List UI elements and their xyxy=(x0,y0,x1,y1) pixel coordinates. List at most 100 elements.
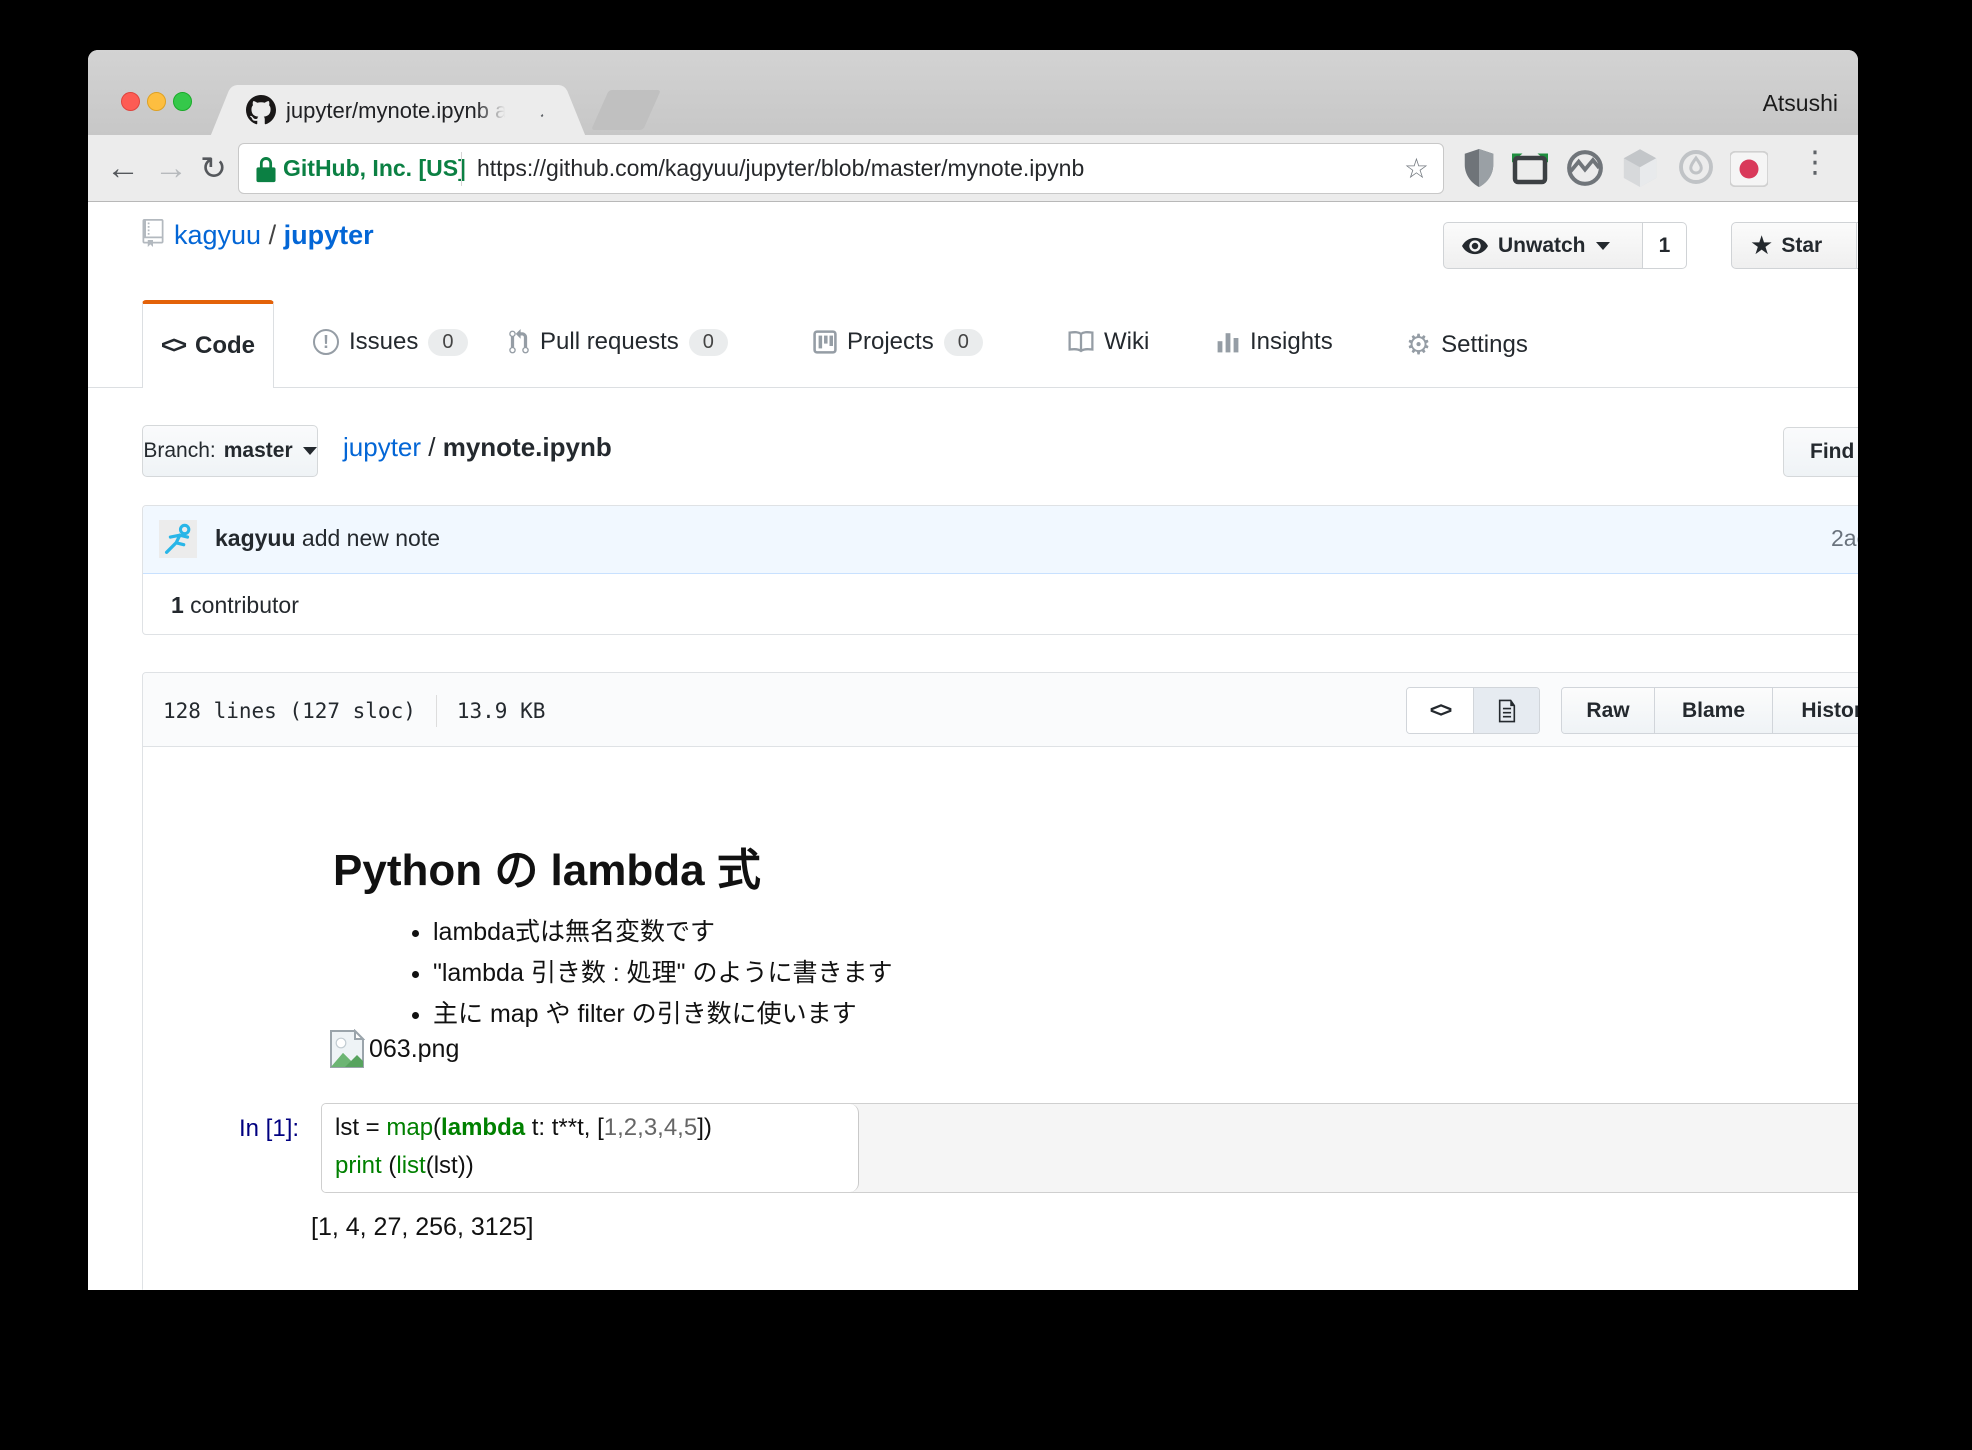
breadcrumb-repo-link[interactable]: jupyter xyxy=(343,432,421,462)
document-icon xyxy=(1497,698,1517,724)
ev-certificate-label[interactable]: GitHub, Inc. [US] xyxy=(283,155,466,182)
contributors-row[interactable]: 1 contributor xyxy=(171,592,299,619)
file-size: 13.9 KB xyxy=(457,699,546,723)
broken-image-row: 063.png xyxy=(329,1029,459,1069)
blame-button[interactable]: Blame xyxy=(1654,688,1772,733)
tab-insights-label: Insights xyxy=(1250,328,1333,356)
forward-icon[interactable]: → xyxy=(154,149,188,187)
cube-extension-icon[interactable] xyxy=(1622,149,1662,189)
github-favicon-icon xyxy=(246,95,276,125)
chevron-down-icon xyxy=(1596,242,1610,250)
contributors-count: 1 xyxy=(171,592,184,618)
source-view-button[interactable]: <> xyxy=(1407,688,1473,733)
notebook-heading: Python の lambda 式 xyxy=(333,834,761,898)
avatar[interactable] xyxy=(159,520,197,558)
list-item: "lambda 引き数 : 処理" のように書きます xyxy=(433,953,892,994)
breadcrumb: jupyter / mynote.ipynb xyxy=(343,432,612,463)
tab-insights[interactable]: Insights xyxy=(1216,328,1333,356)
github-page: kagyuu / jupyter Unwatch 1 ★ Star <> Cod… xyxy=(88,202,1858,1290)
insights-graph-icon xyxy=(1216,330,1240,354)
commit-message-text[interactable]: add new note xyxy=(302,525,440,551)
file-header: 128 lines (127 sloc) 13.9 KB <> Raw Blam… xyxy=(143,673,1858,747)
tab-code[interactable]: <> Code xyxy=(142,300,274,388)
commit-message[interactable]: kagyuu add new note xyxy=(215,525,440,552)
tab-code-label: Code xyxy=(195,332,255,360)
url-bar[interactable]: GitHub, Inc. [US] https://github.com/kag… xyxy=(238,143,1444,194)
browser-tab[interactable]: jupyter/mynote.ipynb at master × xyxy=(238,85,558,135)
screenshot-canvas: jupyter/mynote.ipynb at master × Atsushi… xyxy=(0,0,1972,1450)
bookmark-star-icon[interactable]: ☆ xyxy=(1404,152,1429,185)
tab-wiki[interactable]: Wiki xyxy=(1068,328,1149,356)
tab-projects[interactable]: Projects 0 xyxy=(813,328,983,356)
reload-icon[interactable]: ↻ xyxy=(200,149,227,187)
code-input-area[interactable]: lst = map(lambda t: t**t, [1,2,3,4,5]) p… xyxy=(321,1103,1858,1193)
code-icon: <> xyxy=(161,332,185,360)
broken-image-icon xyxy=(329,1029,365,1069)
commit-sha[interactable]: 2ac xyxy=(1831,525,1858,552)
repo-owner-link[interactable]: kagyuu xyxy=(174,220,261,250)
repo-name-link[interactable]: jupyter xyxy=(284,220,374,250)
raw-blame-history-group: Raw Blame History xyxy=(1561,687,1858,734)
projects-icon xyxy=(813,330,837,354)
pulls-count-badge: 0 xyxy=(689,329,728,356)
view-toggle-group: <> xyxy=(1406,687,1540,734)
url-text[interactable]: https://github.com/kagyuu/jupyter/blob/m… xyxy=(477,155,1084,182)
tab-projects-label: Projects xyxy=(847,328,934,356)
star-button[interactable]: ★ Star xyxy=(1731,222,1857,269)
repo-book-icon xyxy=(142,219,164,247)
commit-author[interactable]: kagyuu xyxy=(215,525,296,551)
zoom-window-button[interactable] xyxy=(173,92,192,111)
list-item: 主に map や filter の引き数に使います xyxy=(433,994,892,1035)
droplet-extension-icon[interactable] xyxy=(1678,149,1718,189)
repo-slash: / xyxy=(261,220,284,250)
new-tab-button[interactable] xyxy=(591,90,661,130)
star-icon: ★ xyxy=(1750,230,1773,261)
browser-menu-dots-icon[interactable]: ⋮ xyxy=(1800,145,1830,180)
cell-output: [1, 4, 27, 256, 3125] xyxy=(311,1213,533,1242)
history-button[interactable]: History xyxy=(1772,688,1858,733)
tab-issues[interactable]: ! Issues 0 xyxy=(313,328,468,356)
unwatch-button[interactable]: Unwatch xyxy=(1443,222,1643,269)
unwatch-label: Unwatch xyxy=(1498,234,1586,258)
commit-box: kagyuu add new note 2ac 1 contributor xyxy=(142,505,1858,635)
url-divider xyxy=(461,152,462,186)
gear-icon: ⚙ xyxy=(1406,328,1431,361)
wave-chart-extension-icon[interactable] xyxy=(1566,149,1606,189)
watch-count[interactable]: 1 xyxy=(1643,222,1687,269)
latest-commit-bar: kagyuu add new note 2ac xyxy=(143,506,1858,574)
tab-issues-label: Issues xyxy=(349,328,418,356)
branch-name: master xyxy=(224,439,293,463)
contributors-label: contributor xyxy=(184,592,299,618)
browser-window: jupyter/mynote.ipynb at master × Atsushi… xyxy=(88,50,1858,1290)
file-box: 128 lines (127 sloc) 13.9 KB <> Raw Blam… xyxy=(142,672,1858,1290)
find-file-button[interactable]: Find file xyxy=(1783,427,1858,477)
repo-nav: <> Code ! Issues 0 Pull requests 0 xyxy=(88,300,1858,388)
close-window-button[interactable] xyxy=(121,92,140,111)
eye-icon xyxy=(1462,237,1488,255)
list-item: lambda式は無名変数です xyxy=(433,912,892,953)
tab-close-icon[interactable]: × xyxy=(539,96,554,127)
projects-count-badge: 0 xyxy=(944,329,983,356)
screen-capture-extension-icon[interactable] xyxy=(1512,153,1552,193)
shield-extension-icon[interactable] xyxy=(1462,149,1502,189)
back-icon[interactable]: ← xyxy=(106,149,140,187)
minimize-window-button[interactable] xyxy=(147,92,166,111)
notebook-bullet-list: lambda式は無名変数です "lambda 引き数 : 処理" のように書きま… xyxy=(393,912,892,1035)
recorder-extension-icon[interactable] xyxy=(1730,151,1770,191)
branch-selector-button[interactable]: Branch: master xyxy=(142,425,318,477)
star-count[interactable] xyxy=(1857,222,1858,269)
notebook-render: Python の lambda 式 lambda式は無名変数です "lambda… xyxy=(143,747,1858,1290)
repo-header: kagyuu / jupyter xyxy=(142,216,374,256)
tab-pull-requests[interactable]: Pull requests 0 xyxy=(508,328,728,356)
breadcrumb-separator: / xyxy=(421,432,443,462)
file-info-divider xyxy=(436,695,437,727)
star-label: Star xyxy=(1781,234,1822,258)
tab-settings[interactable]: ⚙ Settings xyxy=(1406,328,1528,361)
raw-button[interactable]: Raw xyxy=(1562,688,1654,733)
rendered-view-button[interactable] xyxy=(1473,688,1539,733)
issues-count-badge: 0 xyxy=(428,329,467,356)
broken-image-label: 063.png xyxy=(369,1035,459,1064)
cell-prompt: In [1]: xyxy=(239,1115,299,1143)
browser-profile-name[interactable]: Atsushi xyxy=(1763,90,1838,117)
tab-strip: jupyter/mynote.ipynb at master × Atsushi xyxy=(88,50,1858,135)
